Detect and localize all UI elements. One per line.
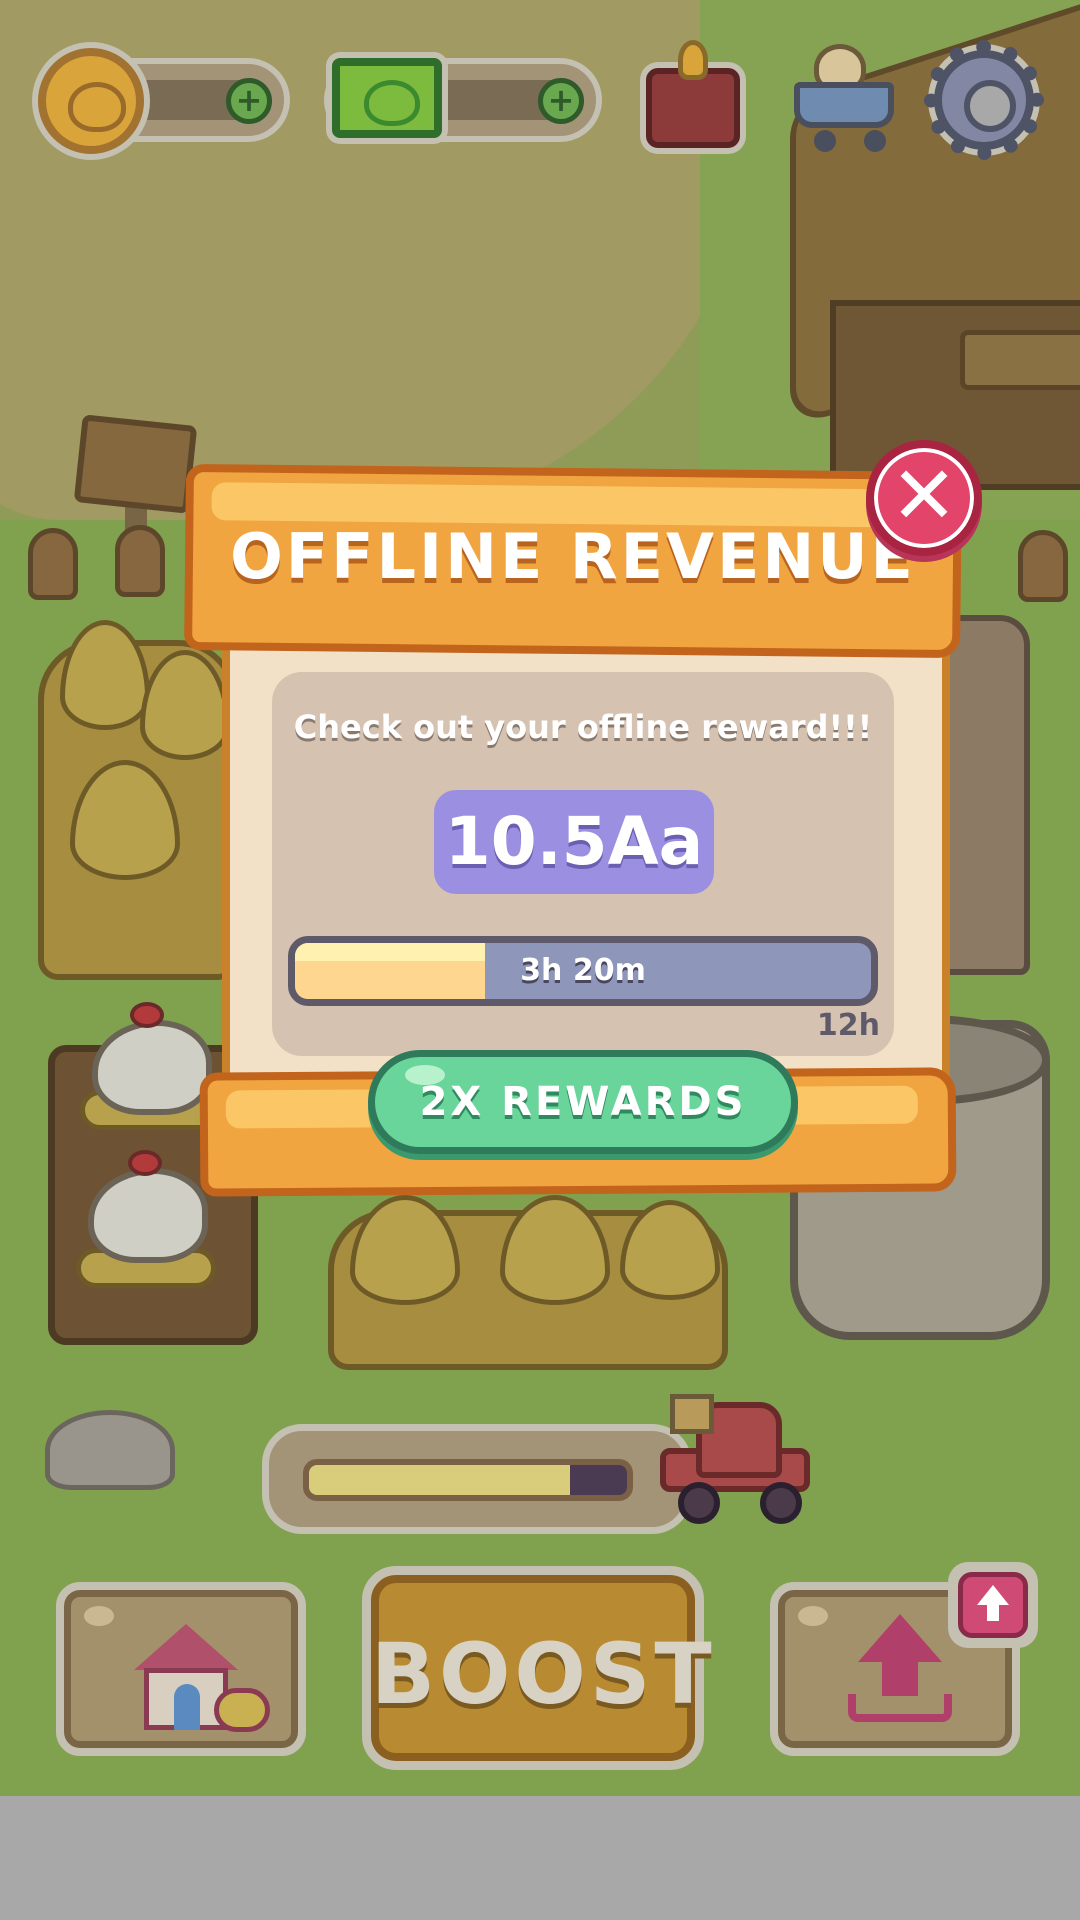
- stump-icon: [1018, 530, 1068, 602]
- gift-button[interactable]: [638, 40, 748, 152]
- add-cash-button[interactable]: +: [538, 78, 584, 124]
- delivery-progress-fill: [309, 1465, 570, 1495]
- cash-icon: [332, 58, 442, 138]
- farmhouse-button[interactable]: [56, 1582, 306, 1756]
- stump-icon: [28, 528, 78, 600]
- cart-wheel-icon: [814, 130, 836, 152]
- wheat-sign-icon: [73, 414, 198, 514]
- coin-icon: [38, 48, 144, 154]
- rock-icon: [45, 1410, 175, 1490]
- settings-gear-icon[interactable]: [924, 40, 1044, 160]
- chicken-comb-icon: [128, 1150, 162, 1176]
- upgrade-arrow-stem: [882, 1658, 918, 1696]
- stump-icon: [115, 525, 165, 597]
- close-button[interactable]: ✕: [866, 440, 982, 556]
- wheel-icon: [760, 1482, 802, 1524]
- reward-amount: 10.5Aa: [434, 790, 714, 894]
- delivery-progress: [262, 1424, 692, 1534]
- boost-label: BOOST: [371, 1625, 716, 1723]
- farmhouse-door: [174, 1684, 200, 1730]
- upgrade-arrow-icon: [858, 1614, 942, 1662]
- farmhouse-icon: [134, 1624, 238, 1670]
- delivery-truck-icon[interactable]: [656, 1388, 814, 1528]
- wheel-icon: [678, 1482, 720, 1524]
- bottom-margin: [0, 1796, 1080, 1920]
- double-rewards-button[interactable]: 2X REWARDS: [368, 1050, 798, 1154]
- add-coins-button[interactable]: +: [226, 78, 272, 124]
- upgrade-available-badge: [948, 1562, 1038, 1648]
- boost-button[interactable]: BOOST: [362, 1566, 716, 1770]
- delivery-progress-track: [303, 1459, 633, 1501]
- offline-time-progress: 3h 20m: [288, 936, 878, 1006]
- gift-bow-icon: [678, 40, 708, 80]
- offline-time-elapsed: 3h 20m: [520, 953, 646, 988]
- shop-button[interactable]: [784, 40, 904, 152]
- offline-time-max: 12h: [816, 1008, 880, 1043]
- hay-roll-icon: [214, 1688, 270, 1732]
- chicken-comb-icon: [130, 1002, 164, 1028]
- upgrade-tray: [848, 1694, 952, 1722]
- cart-wheel-icon: [864, 130, 886, 152]
- upgrade-badge-arrow-icon: [958, 1572, 1028, 1638]
- shop-cart-icon: [794, 82, 894, 128]
- dialog-title: OFFLINE REVENUE: [230, 520, 916, 593]
- offline-reward-message: Check out your offline reward!!!: [293, 708, 873, 746]
- gift-icon: [646, 68, 740, 148]
- barn-sign: [960, 330, 1080, 390]
- crate-icon: [670, 1394, 714, 1434]
